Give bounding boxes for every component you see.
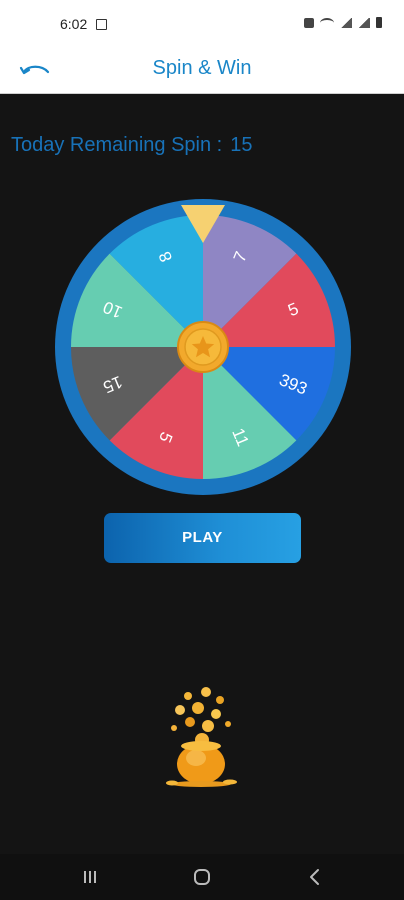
wheel-hub <box>177 321 229 373</box>
image-notification-icon <box>96 19 107 30</box>
back-chevron-icon <box>310 869 319 885</box>
status-time: 6:02 <box>60 16 88 32</box>
play-button[interactable]: PLAY <box>104 513 301 563</box>
remaining-spins-count: 15 <box>230 134 253 156</box>
recents-button[interactable] <box>75 864 105 890</box>
home-button[interactable] <box>187 864 217 890</box>
signal-icon <box>340 17 352 28</box>
signal-icon-2 <box>358 17 370 28</box>
status-bar: 6:02 <box>0 0 404 48</box>
status-icons <box>304 17 382 28</box>
system-nav-bar <box>0 854 404 900</box>
remaining-spins-label: Today Remaining Spin : <box>11 134 223 156</box>
pot-of-gold-image <box>158 684 244 794</box>
alarm-icon <box>304 17 314 28</box>
wifi-icon <box>320 17 334 28</box>
page-title: Spin & Win <box>152 57 252 79</box>
app-bar: Spin & Win <box>0 48 404 94</box>
battery-icon <box>376 17 382 28</box>
home-icon <box>194 869 210 885</box>
remaining-spins: Today Remaining Spin : 15 <box>11 134 252 157</box>
system-back-button[interactable] <box>300 864 330 890</box>
spin-wheel[interactable]: 7 5 393 11 5 15 10 8 <box>54 198 352 496</box>
spin-wheel-graphic: 7539311515108 <box>55 199 351 495</box>
recents-icon <box>84 871 96 883</box>
